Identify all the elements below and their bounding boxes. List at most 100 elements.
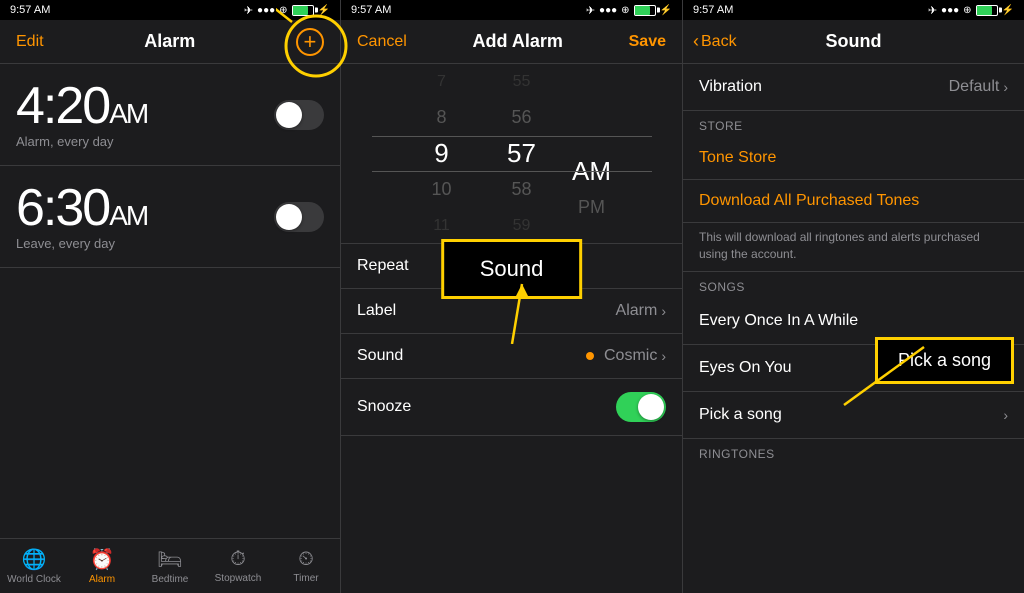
time-picker[interactable]: 7 8 9 10 11 55 56 57 58 59 AM PM [341,64,682,244]
back-chevron-icon: ‹ [693,31,699,52]
battery-icon-3 [976,5,998,16]
battery-icon-1 [292,5,314,16]
hour-8: 8 [402,100,482,136]
alarm-time-block-2: 6:30AM Leave, every day [16,182,147,251]
battery-icon-2 [634,5,656,16]
add-alarm-panel: 9:57 AM ✈ ●●● ⊕ ⚡ Cancel Add Alarm Save … [340,0,682,593]
status-icons-3: ✈ ●●● ⊕ ⚡ [928,4,1014,17]
download-row[interactable]: Download All Purchased Tones [683,180,1024,223]
snooze-row[interactable]: Snooze [341,379,682,436]
minute-55: 55 [482,64,562,100]
alarm-nav-bar: Edit Alarm + [0,20,340,64]
cancel-button[interactable]: Cancel [357,33,407,51]
tone-store-link[interactable]: Tone Store [699,149,776,167]
sound-nav: ‹ Back Sound [683,20,1024,64]
back-label: Back [701,33,737,51]
bolt-icon: ⚡ [318,5,330,16]
alarm-panel: 9:57 AM ✈ ●●● ⊕ ⚡ Edit Alarm + [0,0,340,593]
tab-world-clock[interactable]: 🌐 World Clock [0,547,68,585]
ampm-1: AM [109,98,147,129]
label-label: Label [357,302,396,320]
download-link[interactable]: Download All Purchased Tones [699,192,919,210]
vibration-row[interactable]: Vibration Default › [683,64,1024,111]
alarm-time-block-1: 4:20AM Alarm, every day [16,80,147,149]
sound-dot [586,352,594,360]
add-alarm-button[interactable]: + [296,28,324,56]
minute-57-selected: 57 [482,136,562,172]
tab-alarm[interactable]: ⏰ Alarm [68,547,136,585]
picker-minutes[interactable]: 55 56 57 58 59 [482,64,562,244]
status-time-1: 9:57 AM [10,4,50,16]
status-icons-2: ✈ ●●● ⊕ ⚡ [586,4,672,17]
bedtime-icon: 🛏 [157,547,182,572]
sound-row[interactable]: Sound Sound Cosmic › [341,334,682,379]
back-button[interactable]: ‹ Back [693,31,737,52]
timer-label: Timer [293,573,318,584]
world-clock-label: World Clock [7,574,61,585]
tab-bedtime[interactable]: 🛏 Bedtime [136,547,204,585]
wifi-icon-3: ⊕ [963,5,971,16]
sound-option-label: Sound [357,347,403,365]
airplane-icon-2: ✈ [586,4,595,17]
sound-chevron: › [661,348,666,364]
alarm-tab-label: Alarm [89,574,115,585]
song-name-pick: Pick a song [699,406,782,424]
store-section-header: STORE [683,111,1024,137]
hour-9-selected: 9 [402,136,482,172]
period-pm: PM [562,190,622,226]
pick-annotation-box: Pick a song [875,337,1014,384]
airplane-icon: ✈ [244,4,253,17]
picker-hours[interactable]: 7 8 9 10 11 [402,64,482,244]
stopwatch-label: Stopwatch [215,573,262,584]
alarm-label-2: Leave, every day [16,236,147,251]
wifi-icon-1: ⊕ [279,5,287,16]
status-bar-3: 9:57 AM ✈ ●●● ⊕ ⚡ [683,0,1024,20]
hour-10: 10 [402,172,482,208]
tone-store-row[interactable]: Tone Store [683,137,1024,180]
alarm-toggle-1[interactable] [274,100,324,130]
signal-icon-2: ●●● [599,5,617,16]
song-row-pick[interactable]: Pick a song Pick a song › [683,392,1024,439]
picker-period[interactable]: AM PM [562,82,622,226]
airplane-icon-3: ✈ [928,4,937,17]
wifi-icon-2: ⊕ [621,5,629,16]
pick-song-chevron: › [1003,407,1008,423]
snooze-toggle[interactable] [616,392,666,422]
vibration-value: Default › [949,78,1008,96]
alarm-label-1: Alarm, every day [16,134,147,149]
label-chevron: › [661,303,666,319]
ringtones-header: RINGTONES [683,439,1024,465]
status-bar-2: 9:57 AM ✈ ●●● ⊕ ⚡ [341,0,682,20]
song-name-1: Every Once In A While [699,312,858,330]
label-value: Alarm › [616,302,666,320]
download-description: This will download all ringtones and ale… [683,223,1024,272]
tab-timer[interactable]: ⏲ Timer [272,548,340,584]
signal-icon: ●●● [257,5,275,16]
status-time-2: 9:57 AM [351,4,391,16]
bedtime-label: Bedtime [152,574,189,585]
alarm-time-1: 4:20AM [16,80,147,132]
stopwatch-icon: ⏱ [230,548,246,571]
edit-button[interactable]: Edit [16,33,44,51]
alarm-options: Repeat Label Alarm › Sound Sound [341,244,682,593]
alarm-list: 4:20AM Alarm, every day 6:30AM Leave, ev… [0,64,340,538]
alarm-toggle-2[interactable] [274,202,324,232]
ampm-2: AM [109,200,147,231]
save-button[interactable]: Save [629,33,666,51]
alarm-item-2[interactable]: 6:30AM Leave, every day [0,166,340,268]
hour-7: 7 [402,64,482,100]
sound-annotation-box: Sound [441,239,583,299]
sound-panel-title: Sound [826,31,882,52]
alarm-title: Alarm [144,31,195,52]
status-bar-1: 9:57 AM ✈ ●●● ⊕ ⚡ [0,0,340,20]
snooze-label: Snooze [357,398,411,416]
sound-value: Cosmic › [586,347,666,365]
alarm-item-1[interactable]: 4:20AM Alarm, every day [0,64,340,166]
world-clock-icon: 🌐 [22,547,47,572]
alarm-time-2: 6:30AM [16,182,147,234]
minute-56: 56 [482,100,562,136]
tab-stopwatch[interactable]: ⏱ Stopwatch [204,548,272,584]
period-am-selected: AM [562,154,622,190]
add-alarm-title: Add Alarm [473,31,563,52]
minute-58: 58 [482,172,562,208]
